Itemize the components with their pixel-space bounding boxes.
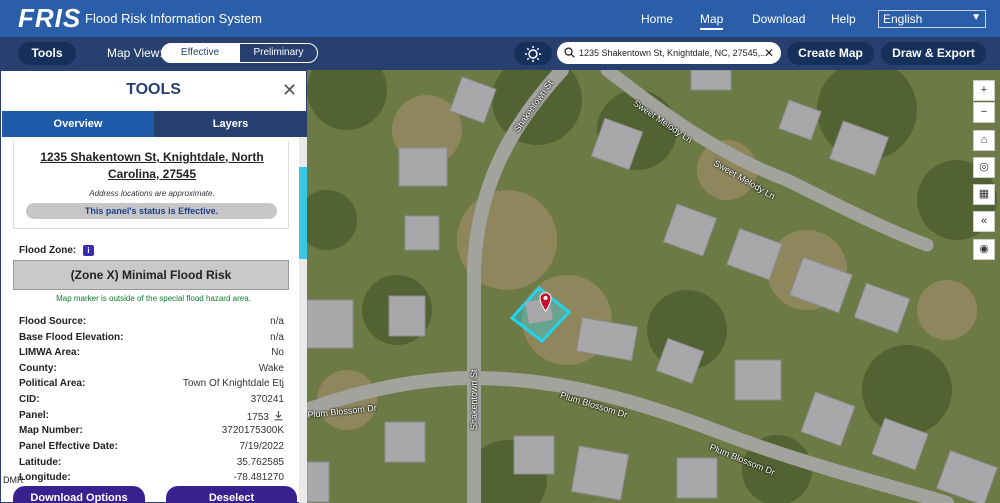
deselect-button[interactable]: Deselect — [166, 486, 297, 503]
panel-number: 1753 — [246, 412, 269, 423]
address-line-2: Carolina, 27545 — [107, 167, 197, 181]
detail-row: Base Flood Elevation: n/a — [19, 332, 284, 346]
flood-zone-value: (Zone X) Minimal Flood Risk — [13, 260, 289, 290]
detail-row: Panel Effective Date: 7/19/2022 — [19, 441, 284, 455]
scrollbar-thumb[interactable] — [299, 167, 307, 259]
nav-home[interactable]: Home — [641, 12, 673, 26]
detail-value: 1753 — [247, 410, 284, 423]
create-map-button[interactable]: Create Map — [787, 42, 874, 65]
download-options-button[interactable]: Download Options — [13, 486, 145, 503]
detail-key: LIMWA Area: — [19, 347, 80, 358]
detail-row: CID: 370241 — [19, 394, 284, 408]
draw-export-button[interactable]: Draw & Export — [881, 42, 986, 65]
detail-value: 7/19/2022 — [239, 441, 285, 452]
detail-key: Base Flood Elevation: — [19, 332, 124, 343]
zoom-out-button[interactable]: − — [973, 102, 995, 123]
map-view-label: Map View: — [107, 46, 163, 60]
detail-value: Town Of Knightdale Etj — [182, 378, 284, 389]
tab-overview[interactable]: Overview — [2, 111, 154, 137]
status-badge: This panel's status is Effective. — [26, 203, 277, 219]
address-card: 1235 Shakentown St, Knightdale, North Ca… — [13, 141, 289, 229]
tools-panel: TOOLS ✕ Overview Layers 1235 Shakentown … — [0, 70, 307, 503]
watermark-text: DMR — [3, 475, 24, 485]
search-icon — [564, 47, 575, 58]
search-value: 1235 Shakentown St, Knightdale, NC, 2754… — [579, 48, 768, 58]
detail-value: 370241 — [250, 394, 284, 405]
home-icon[interactable]: ⌂ — [973, 130, 995, 151]
detail-key: CID: — [19, 394, 40, 405]
zoom-in-button[interactable]: + — [973, 80, 995, 101]
flood-zone-note: Map marker is outside of the special flo… — [56, 294, 251, 303]
detail-row: Map Number: 3720175300K — [19, 425, 284, 439]
detail-row: Panel: 1753 — [19, 410, 284, 424]
map-toolbar: Tools Map View: Effective Preliminary 12… — [0, 37, 1000, 70]
detail-value: n/a — [270, 316, 284, 327]
address-search-input[interactable]: 1235 Shakentown St, Knightdale, NC, 2754… — [557, 42, 781, 64]
panel-title: TOOLS — [126, 81, 181, 98]
detail-row: Latitude: 35.762585 — [19, 457, 284, 471]
map-canvas[interactable]: Shakentown St Sweet Melody Ln Sweet Melo… — [307, 70, 1000, 503]
detail-value: No — [271, 347, 284, 358]
detail-key: Latitude: — [19, 457, 62, 468]
nav-help[interactable]: Help — [831, 12, 856, 26]
detail-value: 3720175300K — [221, 425, 284, 436]
detail-key: Political Area: — [19, 378, 86, 389]
detail-row: LIMWA Area: No — [19, 347, 284, 361]
detail-value: n/a — [270, 332, 284, 343]
detail-key: Panel: — [19, 410, 50, 421]
detail-key: Flood Source: — [19, 316, 87, 327]
detail-value: 35.762585 — [236, 457, 284, 468]
brightness-button[interactable] — [514, 42, 552, 65]
detail-key: County: — [19, 363, 57, 374]
fris-logo[interactable]: FRIS — [18, 3, 81, 34]
address-line-1: 1235 Shakentown St, Knightdale, North — [40, 150, 264, 164]
info-icon[interactable]: i — [83, 245, 94, 256]
aerial-imagery — [307, 70, 1000, 503]
globe-icon[interactable]: ◉ — [973, 239, 995, 260]
detail-value: -78.481270 — [233, 472, 284, 483]
tab-layers[interactable]: Layers — [154, 111, 307, 137]
collapse-icon[interactable]: « — [973, 211, 995, 232]
top-nav-bar: FRIS Flood Risk Information System Home … — [0, 0, 1000, 37]
app-title: Flood Risk Information System — [85, 11, 263, 26]
nav-map[interactable]: Map — [700, 12, 724, 30]
tools-button[interactable]: Tools — [18, 42, 76, 65]
nav-download[interactable]: Download — [752, 12, 805, 26]
detail-key: Longitude: — [19, 472, 71, 483]
street-label: Shakentown St — [469, 369, 479, 430]
address-link[interactable]: 1235 Shakentown St, Knightdale, North Ca… — [14, 149, 290, 183]
detail-row: County: Wake — [19, 363, 284, 377]
flood-zone-label: Flood Zone: — [19, 245, 77, 256]
detail-key: Panel Effective Date: — [19, 441, 118, 452]
detail-row: Political Area: Town Of Knightdale Etj — [19, 378, 284, 392]
locate-icon[interactable]: ◎ — [973, 157, 995, 178]
chevron-down-icon: ▼ — [971, 12, 981, 23]
language-value: English — [883, 12, 923, 26]
detail-value: Wake — [258, 363, 284, 374]
effective-toggle[interactable]: Effective — [161, 43, 239, 63]
language-select[interactable]: English ▼ — [878, 10, 986, 28]
detail-row: Longitude: -78.481270 — [19, 472, 284, 486]
detail-row: Flood Source: n/a — [19, 316, 284, 330]
detail-key: Map Number: — [19, 425, 83, 436]
address-note: Address locations are approximate. — [89, 189, 215, 198]
clear-search-icon[interactable]: ✕ — [764, 42, 774, 64]
sun-icon — [525, 46, 541, 62]
close-icon[interactable]: ✕ — [282, 80, 297, 101]
download-icon[interactable] — [273, 410, 284, 421]
qr-icon[interactable]: ▦ — [973, 184, 995, 205]
preliminary-toggle[interactable]: Preliminary — [239, 43, 318, 63]
